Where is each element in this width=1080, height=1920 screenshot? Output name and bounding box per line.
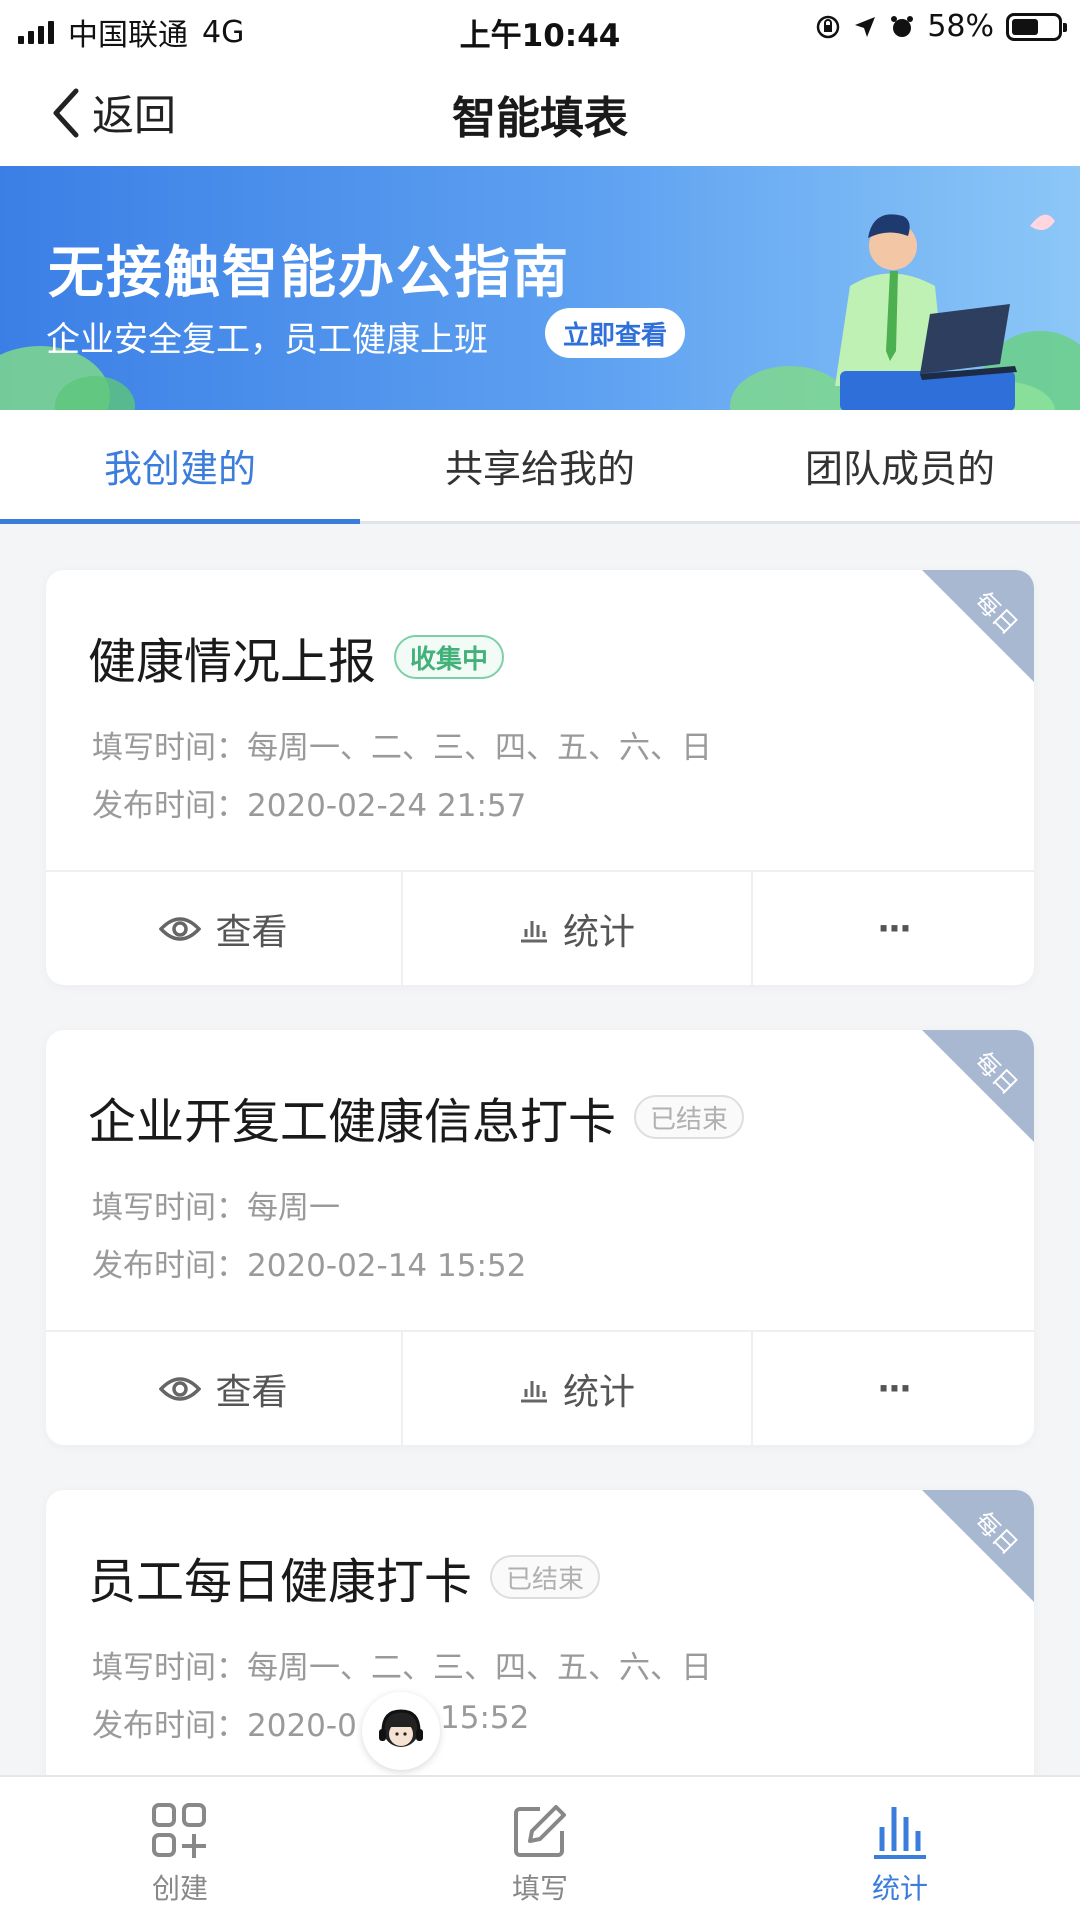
form-card[interactable]: 每日 健康情况上报 收集中 填写时间：每周一、二、三、四、五、六、日 发布时间：…: [46, 570, 1034, 985]
card-actions: 查看 统计 ···: [46, 1330, 1034, 1445]
nav-fill-label: 填写: [511, 1872, 568, 1905]
card-title: 员工每日健康打卡: [88, 1554, 473, 1610]
location-icon: [855, 16, 876, 37]
page-title: 智能填表: [452, 93, 628, 144]
more-button[interactable]: ···: [751, 872, 1034, 985]
card-title: 企业开复工健康信息打卡: [88, 1094, 617, 1150]
nav-stats[interactable]: 统计: [720, 1777, 1080, 1920]
nav-fill[interactable]: 填写: [360, 1777, 720, 1920]
bar-chart-icon: [520, 920, 547, 942]
more-button[interactable]: ···: [751, 1332, 1034, 1445]
tab-shared-with-me[interactable]: 共享给我的: [360, 410, 720, 521]
fill-time: 填写时间：每周一、二、三、四、五、六、日: [92, 1650, 712, 1686]
bar-chart-icon: [874, 1807, 926, 1859]
bottom-nav: 创建 填写 统计: [0, 1775, 1080, 1920]
edit-icon: [514, 1805, 566, 1857]
publish-time-tail: 15:52: [440, 1700, 530, 1736]
tab-created-by-me[interactable]: 我创建的: [0, 410, 360, 524]
form-card[interactable]: 每日 企业开复工健康信息打卡 已结束 填写时间：每周一 发布时间：2020-02…: [46, 1030, 1034, 1445]
view-label: 查看: [215, 1371, 288, 1413]
nav-create-label: 创建: [151, 1872, 208, 1905]
eye-icon: [159, 1376, 202, 1401]
battery-label: 58%: [927, 9, 994, 44]
stats-button[interactable]: 统计: [401, 1332, 751, 1445]
grid-plus-icon: [152, 1803, 206, 1858]
view-button[interactable]: 查看: [46, 872, 401, 985]
promo-banner[interactable]: 无接触智能办公指南 企业安全复工，员工健康上班 立即查看: [0, 166, 1080, 410]
battery-icon: [1006, 12, 1067, 41]
publish-time: 发布时间：2020-02-24 21:57: [92, 788, 527, 824]
status-badge: 已结束: [634, 1095, 745, 1139]
card-actions: 查看 统计 ···: [46, 870, 1034, 985]
headset-icon: [379, 1709, 423, 1747]
fill-time: 填写时间：每周一: [92, 1190, 340, 1226]
status-bar: 中国联通 4G 上午10:44 58%: [0, 0, 1080, 54]
nav-header: 返回 智能填表: [0, 54, 1080, 166]
tab-team-members[interactable]: 团队成员的: [720, 410, 1080, 521]
banner-title: 无接触智能办公指南: [48, 241, 570, 306]
publish-time: 发布时间：2020-02-14 15:52: [92, 1248, 527, 1284]
eye-icon: [159, 916, 202, 941]
nav-create[interactable]: 创建: [0, 1777, 360, 1920]
status-badge: 已结束: [490, 1555, 601, 1599]
view-button[interactable]: 查看: [46, 1332, 401, 1445]
view-now-button[interactable]: 立即查看: [545, 308, 686, 358]
view-label: 查看: [215, 911, 288, 953]
banner-subtitle: 企业安全复工，员工健康上班: [46, 320, 488, 360]
fill-time: 填写时间：每周一、二、三、四、五、六、日: [92, 730, 712, 766]
publish-time: 发布时间：2020-0: [92, 1708, 357, 1744]
tab-bar: 我创建的 共享给我的 团队成员的: [0, 410, 1080, 524]
card-title: 健康情况上报: [88, 634, 377, 690]
stats-label: 统计: [562, 1371, 635, 1413]
rotation-lock-icon: [817, 15, 840, 38]
status-badge: 收集中: [394, 635, 505, 679]
stats-label: 统计: [562, 911, 635, 953]
customer-service-button[interactable]: [362, 1692, 440, 1770]
stats-button[interactable]: 统计: [401, 872, 751, 985]
nav-stats-label: 统计: [871, 1872, 928, 1905]
more-icon: ···: [877, 1368, 912, 1409]
alarm-icon: [891, 15, 914, 37]
bar-chart-icon: [520, 1380, 547, 1402]
more-icon: ···: [877, 908, 912, 949]
